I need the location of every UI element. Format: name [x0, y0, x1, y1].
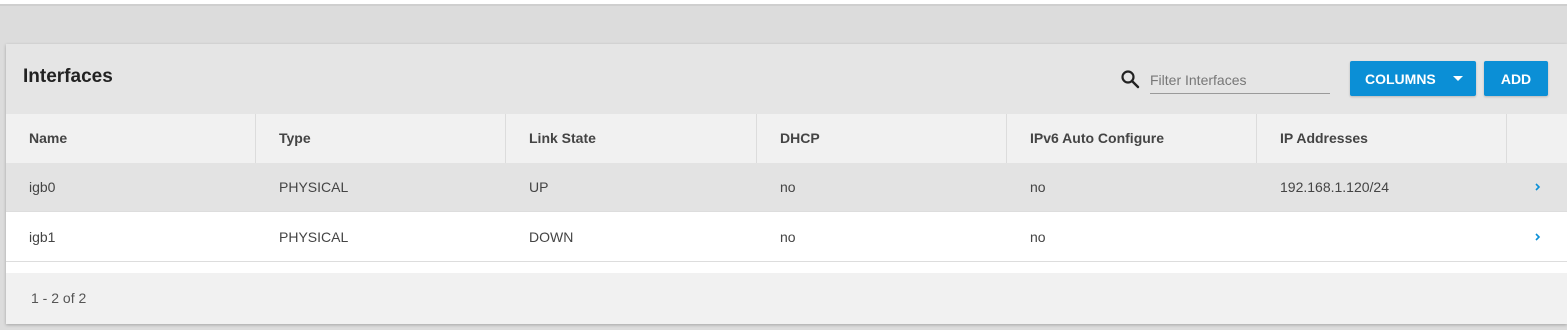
cell-link-state: UP — [529, 179, 549, 195]
filter-interfaces-input[interactable] — [1150, 66, 1330, 94]
cell-dhcp: no — [780, 229, 796, 245]
column-header-link-state[interactable]: Link State — [506, 114, 757, 163]
table-row[interactable]: igb1 PHYSICAL DOWN no no — [6, 213, 1567, 262]
add-button-label: ADD — [1500, 70, 1532, 87]
cell-ipv6-auto-configure: no — [1030, 179, 1046, 195]
column-header-ipv6-auto-configure[interactable]: IPv6 Auto Configure — [1007, 114, 1257, 163]
cell-name: igb1 — [29, 229, 56, 245]
card-toolbar: Interfaces COLUMNS ADD — [6, 44, 1567, 114]
add-button[interactable]: ADD — [1484, 61, 1548, 96]
cell-type: PHYSICAL — [279, 229, 349, 245]
table-footer: 1 - 2 of 2 — [6, 273, 1567, 324]
chevron-right-icon[interactable] — [1533, 180, 1543, 194]
search-icon[interactable] — [1120, 69, 1140, 89]
table-header: Name Type Link State DHCP IPv6 Auto Conf… — [6, 114, 1567, 164]
cell-ipv6-auto-configure: no — [1030, 229, 1046, 245]
column-header-dhcp[interactable]: DHCP — [757, 114, 1007, 163]
cell-dhcp: no — [780, 179, 796, 195]
column-header-ip-addresses[interactable]: IP Addresses — [1257, 114, 1507, 163]
cell-link-state: DOWN — [529, 229, 574, 245]
page-title: Interfaces — [23, 66, 113, 87]
table-row[interactable]: igb0 PHYSICAL UP no no 192.168.1.120/24 — [6, 163, 1567, 212]
cell-ip-addresses — [1257, 213, 1280, 262]
interfaces-card: Interfaces COLUMNS ADD Name Type Link St… — [6, 44, 1567, 324]
column-header-type[interactable]: Type — [256, 114, 506, 163]
pagination-info: 1 - 2 of 2 — [31, 290, 87, 306]
caret-down-icon[interactable] — [1453, 76, 1463, 81]
cell-ip-addresses: 192.168.1.120/24 — [1280, 179, 1389, 195]
columns-button-label: COLUMNS — [1365, 71, 1436, 87]
top-bar-shadow — [0, 4, 1567, 6]
cell-name: igb0 — [29, 179, 56, 195]
columns-button[interactable]: COLUMNS — [1350, 61, 1476, 96]
chevron-right-icon[interactable] — [1533, 230, 1543, 244]
cell-type: PHYSICAL — [279, 179, 349, 195]
column-header-name[interactable]: Name — [6, 114, 256, 163]
